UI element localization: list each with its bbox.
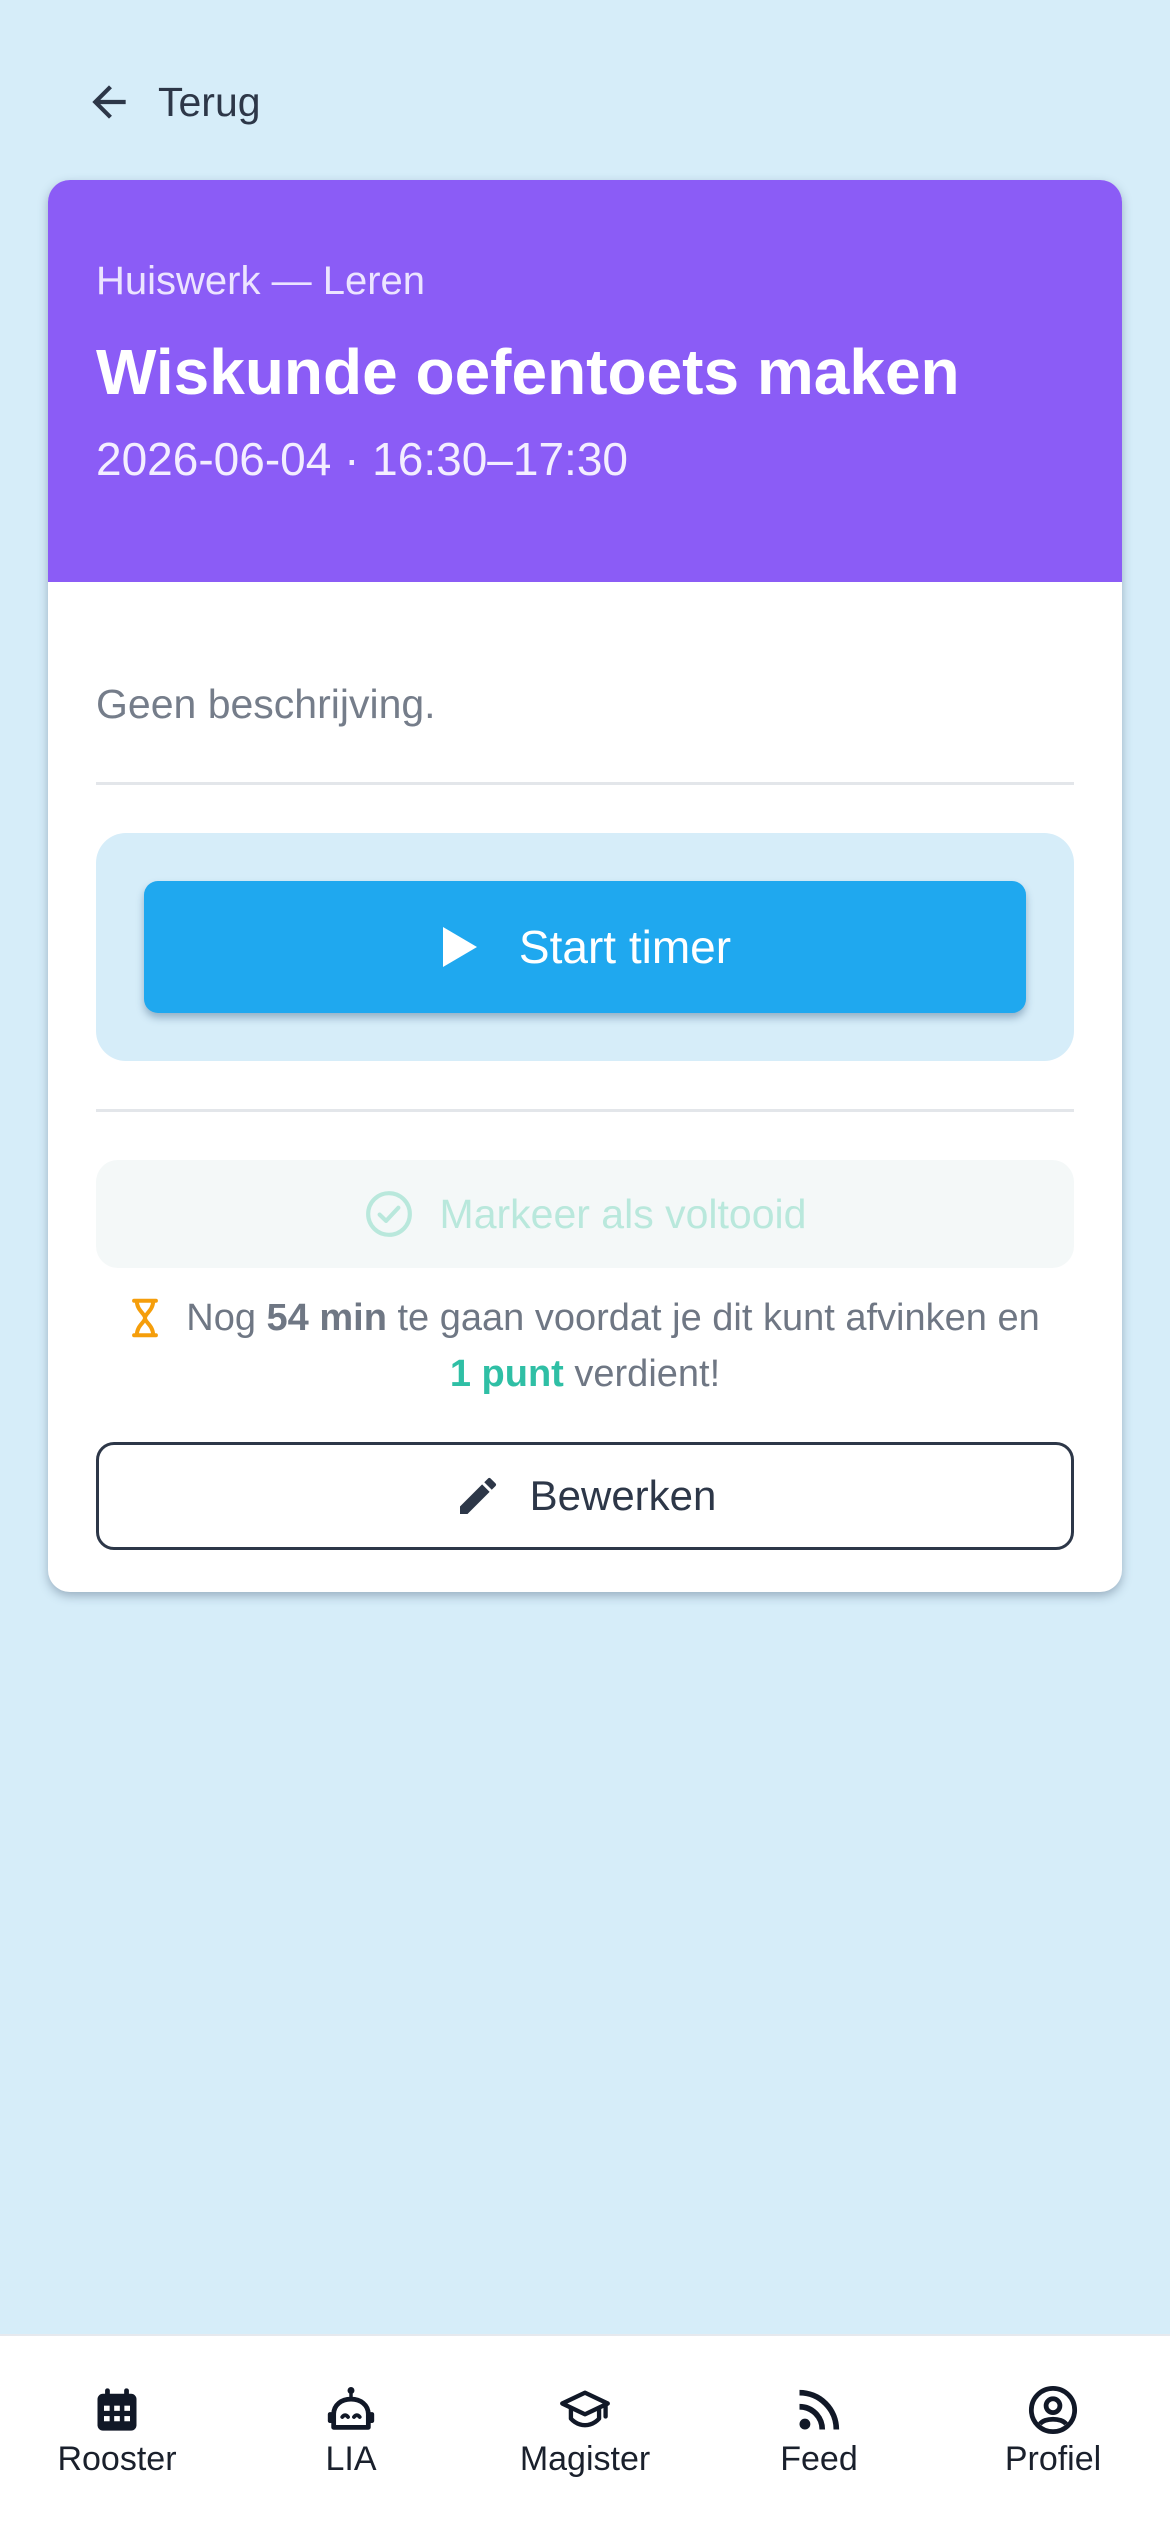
rss-icon [799,2389,840,2430]
robot-icon [327,2387,375,2430]
arrow-left-icon [92,85,126,119]
start-timer-button[interactable]: Start timer [144,881,1026,1013]
edit-button[interactable]: Bewerken [96,1442,1074,1550]
play-icon [442,927,477,967]
hint-middle: te gaan voordat je dit kunt afvinken en [397,1297,1040,1339]
nav-label: Magister [519,2440,651,2478]
task-detail-screen: Terug Huiswerk — Leren Wiskunde oefentoe… [0,0,1170,2532]
task-category: Huiswerk — Leren [96,259,426,303]
hint-remaining-time: 54 min [266,1297,387,1339]
nav-label: LIA [325,2440,377,2478]
task-title: Wiskunde oefentoets maken [96,336,960,408]
check-circle-icon [365,1191,412,1237]
completion-hint: Nog 54 min te gaan voordat je dit kunt a… [96,1290,1074,1402]
nav-item-lia[interactable]: LIA [234,2336,468,2532]
nav-item-magister[interactable]: Magister [468,2336,702,2532]
hourglass-icon [132,1298,159,1338]
hint-points: 1 punt [449,1353,564,1395]
user-circle-icon [1028,2385,1078,2435]
divider [96,782,1074,785]
task-header: Huiswerk — Leren Wiskunde oefentoets mak… [48,180,1122,582]
task-datetime: 2026-06-04 · 16:30–17:30 [96,433,628,485]
nav-item-profiel[interactable]: Profiel [936,2336,1170,2532]
hint-suffix: verdient! [574,1353,721,1395]
nav-item-feed[interactable]: Feed [702,2336,936,2532]
nav-label: Profiel [1004,2440,1102,2478]
task-body: Geen beschrijving. Start timer Markeer a… [48,678,1122,1550]
divider [96,1109,1074,1112]
timer-panel: Start timer [96,833,1074,1061]
nav-item-rooster[interactable]: Rooster [0,2336,234,2532]
nav-label: Feed [780,2440,858,2478]
start-timer-label: Start timer [518,921,732,973]
bottom-navigation: Rooster LIA Magister Feed Profiel [0,2334,1170,2532]
task-card: Huiswerk — Leren Wiskunde oefentoets mak… [48,180,1122,1592]
edit-label: Bewerken [529,1472,717,1519]
nav-label: Rooster [57,2440,177,2478]
graduation-cap-icon [560,2390,610,2428]
pencil-icon [459,1477,496,1514]
calendar-icon [97,2388,137,2431]
mark-complete-label: Markeer als voltooid [439,1190,807,1237]
hint-prefix: Nog [186,1297,256,1339]
mark-complete-button[interactable]: Markeer als voltooid [96,1160,1074,1268]
back-label: Terug [158,78,261,125]
task-description: Geen beschrijving. [96,681,436,727]
back-button[interactable]: Terug [84,70,261,134]
